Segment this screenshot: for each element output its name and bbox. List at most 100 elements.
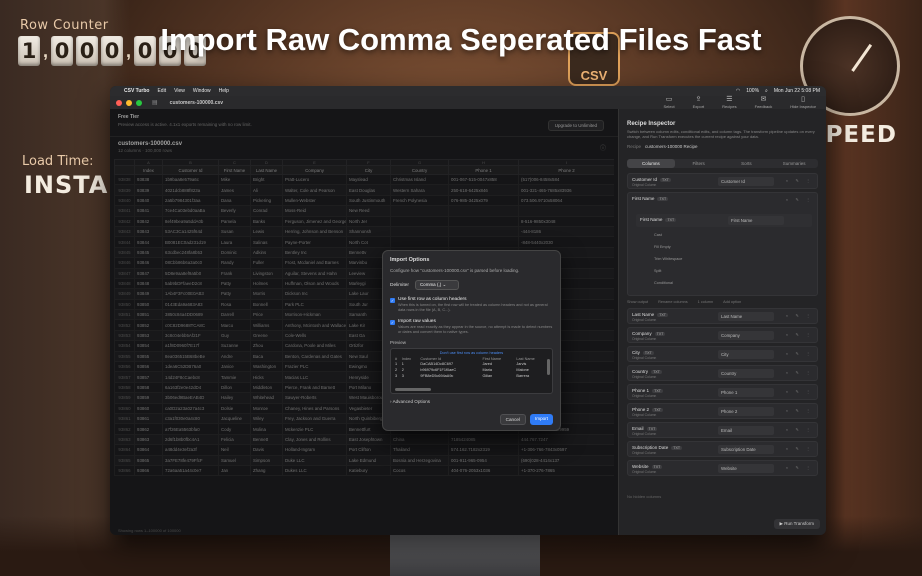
sidebar-toggle-icon[interactable]: ▤ bbox=[152, 99, 158, 106]
field-name: Company TXT bbox=[632, 331, 666, 336]
field-actions-icon[interactable]: ◐ ✎ ⋮ bbox=[786, 408, 813, 413]
field-card[interactable]: Website TXT Original Column Website ◐ ✎ ⋮ bbox=[627, 460, 818, 476]
menu-view[interactable]: View bbox=[174, 88, 185, 94]
field-actions-icon[interactable]: ◐ ✎ ⋮ bbox=[786, 313, 813, 318]
field-type-tag: TXT bbox=[660, 178, 671, 182]
hide-inspector-button[interactable]: ▯ Hide Inspector bbox=[790, 96, 816, 109]
field-value[interactable]: Phone 1 bbox=[718, 388, 774, 397]
import-button[interactable]: Import bbox=[529, 414, 553, 425]
option-cast[interactable]: Cast bbox=[654, 233, 662, 237]
field-actions-icon[interactable]: ◐ ✎ ⋮ bbox=[786, 332, 813, 337]
recipe-selector[interactable]: Recipe customers-100000 Recipe bbox=[619, 139, 826, 154]
search-icon[interactable]: ⌕ bbox=[765, 88, 768, 94]
cursor-icon: ▭ bbox=[665, 96, 673, 103]
field-subtitle: Original Column bbox=[632, 183, 657, 187]
field-value[interactable]: Website bbox=[718, 464, 774, 473]
cancel-button[interactable]: Cancel bbox=[499, 414, 526, 425]
dialog-title: Import Options bbox=[390, 257, 430, 263]
field-value[interactable]: Email bbox=[718, 426, 774, 435]
field-value[interactable]: Last Name bbox=[718, 312, 774, 321]
advanced-options-label: Advanced Options bbox=[392, 399, 431, 405]
battery-level[interactable]: 100% bbox=[746, 88, 759, 94]
advanced-options-disclosure[interactable]: › Advanced Options bbox=[390, 399, 553, 404]
field-value[interactable]: Phone 2 bbox=[718, 407, 774, 416]
field-subtitle: Original Column bbox=[632, 451, 657, 455]
show-output-label[interactable]: Show output bbox=[627, 300, 648, 304]
delimiter-value: Comma (,) bbox=[419, 282, 442, 287]
field-value[interactable]: Country bbox=[718, 369, 774, 378]
field-name: Email TXT bbox=[632, 426, 658, 431]
field-actions-icon[interactable]: ◐ ✎ ⋮ bbox=[786, 389, 813, 394]
recipe-key: Recipe bbox=[627, 144, 642, 149]
field-actions-icon[interactable]: ◐ ✎ ⋮ bbox=[786, 427, 813, 432]
import-options-dialog: Import Options Configure how "customers-… bbox=[382, 250, 561, 431]
export-icon: ⇪ bbox=[695, 96, 702, 103]
tab-sorts[interactable]: Sorts bbox=[723, 159, 771, 168]
field-subtitle: Original Column bbox=[632, 375, 657, 379]
field-value[interactable]: Subscription Date bbox=[718, 445, 774, 454]
wifi-icon[interactable]: ◠ bbox=[736, 88, 740, 94]
feedback-button[interactable]: ✉ Feedback bbox=[755, 96, 773, 109]
option-fill-empty[interactable]: Fill Empty bbox=[654, 245, 671, 249]
first-name-value[interactable]: First Name bbox=[728, 216, 784, 225]
preview-vertical-scrollbar[interactable] bbox=[547, 359, 550, 376]
field-type-tag: TXT bbox=[646, 427, 658, 431]
preview-horizontal-scrollbar[interactable] bbox=[395, 388, 431, 392]
field-card[interactable]: Company TXT Original Column Company ◐ ✎ ⋮ bbox=[627, 327, 818, 343]
field-actions-icon[interactable]: ◐ ✎ ⋮ bbox=[786, 370, 813, 375]
field-actions-icon[interactable]: ◐ ✎ ⋮ bbox=[786, 197, 813, 202]
headers-checkbox-desc: When this is turned on, the first row wi… bbox=[398, 303, 548, 312]
field-card-first-name[interactable]: First Name TXT ◐ ✎ ⋮ First Name TXT First … bbox=[627, 192, 818, 296]
field-actions-icon[interactable]: ◐ ✎ ⋮ bbox=[786, 178, 813, 183]
export-button[interactable]: ⇪ Export bbox=[693, 96, 705, 109]
select-button[interactable]: ▭ Select bbox=[663, 96, 674, 109]
raw-values-checkbox[interactable]: ✓ bbox=[390, 320, 395, 326]
field-card[interactable]: Customer Id TXT Original Column Customer Id… bbox=[627, 173, 818, 189]
tab-summaries[interactable]: Summaries bbox=[770, 159, 818, 168]
menubar-datetime[interactable]: Mon Jun 22 5:08 PM bbox=[774, 88, 820, 94]
menu-edit[interactable]: Edit bbox=[157, 88, 166, 94]
field-name: Website TXT bbox=[632, 464, 663, 469]
field-value[interactable]: Customer Id bbox=[718, 177, 774, 186]
menu-help[interactable]: Help bbox=[219, 88, 229, 94]
tab-filters[interactable]: Filters bbox=[675, 159, 723, 168]
feedback-icon: ✉ bbox=[760, 96, 767, 103]
option-trim-whitespace[interactable]: Trim Whitespace bbox=[654, 257, 682, 261]
field-type-tag: TXT bbox=[652, 408, 663, 412]
field-type-tag: TXT bbox=[671, 446, 683, 450]
dialog-subtitle: Configure how "customers-100000.csv" is … bbox=[390, 268, 520, 273]
rename-columns-label[interactable]: Rename columns bbox=[658, 300, 688, 304]
tab-columns[interactable]: Columns bbox=[627, 159, 675, 168]
menu-app-name[interactable]: CSV Turbo bbox=[124, 88, 149, 94]
field-card[interactable]: Phone 2 TXT Original Column Phone 2 ◐ ✎ ⋮ bbox=[627, 403, 818, 419]
zoom-window-button[interactable] bbox=[136, 99, 142, 106]
menu-window[interactable]: Window bbox=[193, 88, 211, 94]
preview-link[interactable]: Don't use first row as column headers bbox=[394, 351, 549, 355]
delimiter-label: Delimiter bbox=[390, 282, 409, 288]
field-subtitle: Original Column bbox=[632, 337, 657, 341]
field-actions-icon[interactable]: ◐ ✎ ⋮ bbox=[786, 465, 813, 470]
field-value[interactable]: Company bbox=[718, 331, 774, 340]
field-card[interactable]: Phone 1 TXT Original Column Phone 1 ◐ ✎ ⋮ bbox=[627, 384, 818, 400]
option-conditional[interactable]: Conditional bbox=[654, 281, 673, 285]
recipes-button[interactable]: ☰ Recipes bbox=[722, 96, 736, 109]
headers-checkbox[interactable]: ✓ bbox=[390, 298, 395, 303]
option-split[interactable]: Split bbox=[654, 269, 661, 273]
field-card[interactable]: City TXT Original Column City ◐ ✎ ⋮ bbox=[627, 346, 818, 362]
inspector-description: Switch between column edits, conditional… bbox=[627, 129, 815, 139]
close-window-button[interactable] bbox=[116, 99, 122, 106]
field-card[interactable]: Email TXT Original Column Email ◐ ✎ ⋮ bbox=[627, 422, 818, 438]
field-actions-icon[interactable]: ◐ ✎ ⋮ bbox=[786, 446, 813, 451]
field-value[interactable]: City bbox=[718, 350, 774, 359]
field-card[interactable]: Last Name TXT Original Column Last Name ◐ ✎ … bbox=[627, 308, 818, 324]
field-card[interactable]: Country TXT Original Column Country ◐ ✎ ⋮ bbox=[627, 365, 818, 381]
preview-cell: 3 bbox=[395, 374, 398, 379]
field-card[interactable]: Subscription Date TXT Original Column Subsc… bbox=[627, 441, 818, 457]
field-actions-icon[interactable]: ◐ ✎ ⋮ bbox=[786, 351, 813, 356]
add-option-label[interactable]: Add option bbox=[723, 300, 741, 304]
window-toolbar: ▭ Select ⇪ Export ☰ Recipes ✉ Feedback ▯ Hide Ins… bbox=[663, 96, 816, 109]
run-transform-button[interactable]: ▶ Run Transform bbox=[773, 519, 820, 529]
minimize-window-button[interactable] bbox=[126, 99, 132, 106]
delimiter-select[interactable]: Comma (,) ⌄ bbox=[414, 280, 459, 290]
inspector-mid-row: Show output Rename columns 1 column Add … bbox=[627, 300, 818, 304]
